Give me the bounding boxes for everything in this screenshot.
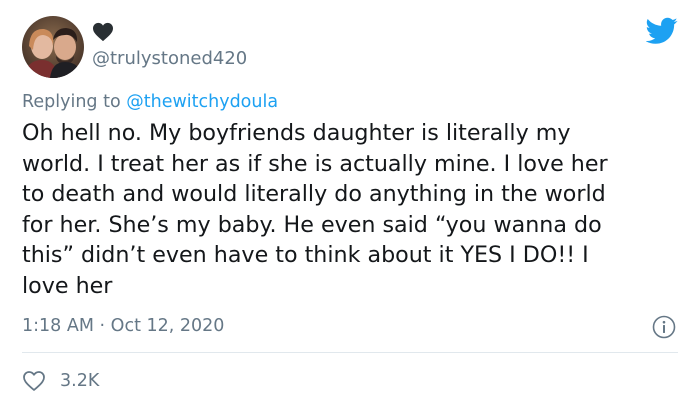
divider [22, 352, 678, 353]
info-icon[interactable] [652, 315, 676, 339]
tweet-time: 1:18 AM [22, 316, 94, 336]
black-heart-icon [93, 22, 113, 42]
replying-to: Replying to @thewitchydoula [22, 92, 278, 112]
tweet-date: Oct 12, 2020 [110, 316, 225, 336]
twitter-bird-icon[interactable] [646, 17, 678, 45]
replying-to-mention[interactable]: @thewitchydoula [126, 92, 278, 112]
avatar-image [22, 16, 84, 78]
tweet-card: @trulystoned420 Replying to @thewitchydo… [0, 0, 700, 406]
meta-separator: · [99, 316, 106, 336]
like-button[interactable]: 3.2K [22, 368, 99, 394]
tweet-timestamp[interactable]: 1:18 AM · Oct 12, 2020 [22, 316, 224, 336]
author-handle[interactable]: @trulystoned420 [92, 48, 247, 69]
heart-outline-icon [23, 371, 45, 391]
like-count: 3.2K [60, 371, 100, 391]
replying-prefix: Replying to [22, 92, 121, 112]
tweet-text: Oh hell no. My boyfriends daughter is li… [22, 120, 608, 299]
avatar[interactable] [22, 16, 84, 78]
